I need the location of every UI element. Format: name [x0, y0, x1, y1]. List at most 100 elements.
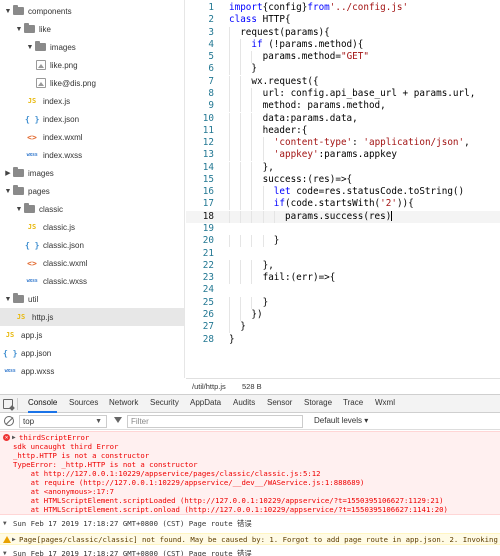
- code-token: success:(res)=>{: [262, 173, 353, 185]
- tree-item[interactable]: like@dis.png: [0, 74, 184, 92]
- code-token: request(params){: [240, 26, 330, 38]
- chevron-right-icon[interactable]: ▶: [3, 169, 13, 177]
- file-explorer: ▼ components ▼ like ▼ images like.png like@dis.…: [0, 0, 185, 378]
- wxss-file-icon: wxss: [26, 278, 38, 284]
- console-text: sdk uncaught third Error: [13, 442, 119, 451]
- indent-guide: [240, 87, 242, 100]
- tree-item[interactable]: ▼ images: [0, 38, 184, 56]
- code-line: 13 'appkey':params.appkey: [186, 149, 500, 162]
- tab-security[interactable]: Security: [150, 398, 179, 413]
- console-line: _http.HTTP is not a constructor: [0, 451, 500, 460]
- line-number: 26: [202, 309, 214, 320]
- tab-sensor[interactable]: Sensor: [267, 398, 292, 413]
- tree-item[interactable]: JS classic.js: [0, 218, 184, 236]
- tree-item[interactable]: <> classic.wxml: [0, 254, 184, 272]
- line-number: 15: [202, 173, 214, 185]
- console-text: at <anonymous>:17:7: [13, 487, 115, 496]
- console-line: TypeError: _http.HTTP is not a construct…: [0, 460, 500, 469]
- indent-guide: [240, 63, 242, 76]
- tree-item[interactable]: { } classic.json: [0, 236, 184, 254]
- line-number: 14: [202, 161, 214, 173]
- code-editor[interactable]: 1 import{config}from'../config.js' 2 class …: [186, 0, 500, 378]
- code-text: url: config.api_base_url + params.url,: [263, 88, 476, 100]
- line-number: 8: [208, 87, 214, 99]
- tree-item[interactable]: wxss index.wxss: [0, 146, 184, 164]
- clear-console-icon[interactable]: [4, 416, 14, 426]
- tree-item-label: like@dis.png: [50, 78, 96, 88]
- tab-wxml[interactable]: Wxml: [375, 398, 395, 413]
- tree-item[interactable]: wxss app.wxss: [0, 362, 184, 378]
- line-number: 21: [202, 247, 214, 259]
- tree-item[interactable]: JS app.js: [0, 326, 184, 344]
- chevron-down-icon[interactable]: ▼: [25, 44, 35, 51]
- tree-item-label: images: [28, 168, 54, 178]
- devtools-tabbar: Console Sources Network Security AppData Audi…: [0, 394, 500, 413]
- console-output: ✕ ▶ thirdScriptError sdk uncaught third Err…: [0, 430, 500, 556]
- divider: [17, 398, 18, 410]
- chevron-down-icon[interactable]: ▼: [14, 26, 24, 33]
- tree-item[interactable]: <> index.wxml: [0, 128, 184, 146]
- log-levels-dropdown[interactable]: Default levels ▾: [314, 416, 368, 425]
- tree-item[interactable]: { } index.json: [0, 110, 184, 128]
- tree-item[interactable]: ▼ components: [0, 2, 184, 20]
- code-text: let code=res.statusCode.toString(): [274, 186, 464, 198]
- tab-network[interactable]: Network: [109, 398, 138, 413]
- code-line: 12 'content-type': 'application/json',: [186, 137, 500, 150]
- chevron-down-icon[interactable]: ▼: [3, 188, 13, 195]
- indent-guide: [262, 235, 264, 248]
- tree-item-label: classic.wxss: [43, 276, 88, 286]
- expand-icon[interactable]: ▶: [12, 433, 16, 442]
- line-number: 13: [202, 149, 214, 161]
- indent-guide: [240, 124, 242, 137]
- context-select[interactable]: top ▼: [19, 415, 107, 428]
- code-text: data:params.data,: [263, 113, 358, 125]
- indent-guide: [240, 272, 242, 285]
- code-token: ,: [464, 137, 470, 149]
- tree-item[interactable]: JS index.js: [0, 92, 184, 110]
- chevron-down-icon[interactable]: ▼: [3, 296, 13, 303]
- filter-icon[interactable]: [114, 417, 122, 423]
- indent-guide: [240, 210, 242, 223]
- indent-guide: [240, 112, 242, 125]
- console-line: Sun Feb 17 2019 17:18:27 GMT+0800 (CST) …: [0, 519, 500, 528]
- code-text: params.success(res): [285, 211, 393, 223]
- indent-guide: [240, 186, 242, 199]
- code-token: }: [229, 333, 235, 345]
- inspect-element-icon[interactable]: [3, 399, 13, 409]
- indent-guide: [262, 210, 264, 223]
- tree-item[interactable]: ▶ images: [0, 164, 184, 182]
- code-token: },: [262, 259, 274, 271]
- folder-icon: [13, 167, 24, 177]
- tree-item[interactable]: ▼ pages: [0, 182, 184, 200]
- tree-item[interactable]: { } app.json: [0, 344, 184, 362]
- expand-icon[interactable]: ▶: [12, 535, 16, 544]
- code-token: fail:(err)=>{: [262, 272, 336, 284]
- tree-item[interactable]: ▼ classic: [0, 200, 184, 218]
- tab-appdata[interactable]: AppData: [190, 398, 221, 413]
- chevron-down-icon[interactable]: ▼: [14, 206, 24, 213]
- tree-item[interactable]: wxss classic.wxss: [0, 272, 184, 290]
- filter-input[interactable]: Filter: [127, 415, 303, 428]
- code-text: method: params.method,: [263, 100, 386, 112]
- code-token: '../config.js': [329, 2, 409, 13]
- folder-icon: [13, 293, 24, 303]
- code-line: 18 params.success(res): [186, 210, 500, 223]
- tree-item[interactable]: ▼ like: [0, 20, 184, 38]
- code-text: header:{: [263, 125, 308, 137]
- tree-item[interactable]: like.png: [0, 56, 184, 74]
- indent-guide: [240, 235, 242, 248]
- indent-guide: [229, 259, 230, 272]
- tree-item[interactable]: ▼ util: [0, 290, 184, 308]
- tab-trace[interactable]: Trace: [343, 398, 363, 413]
- tree-item-label: util: [28, 294, 39, 304]
- chevron-down-icon[interactable]: ▼: [3, 8, 13, 15]
- tab-sources[interactable]: Sources: [69, 398, 98, 413]
- tab-storage[interactable]: Storage: [304, 398, 332, 413]
- tab-console[interactable]: Console: [28, 398, 58, 413]
- line-number: 6: [208, 63, 214, 75]
- code-token: (code.startsWith(: [285, 198, 381, 210]
- code-token: if: [273, 198, 285, 210]
- line-number: 5: [208, 51, 214, 63]
- tree-item[interactable]: JS http.js: [0, 308, 184, 326]
- tab-audits[interactable]: Audits: [233, 398, 255, 413]
